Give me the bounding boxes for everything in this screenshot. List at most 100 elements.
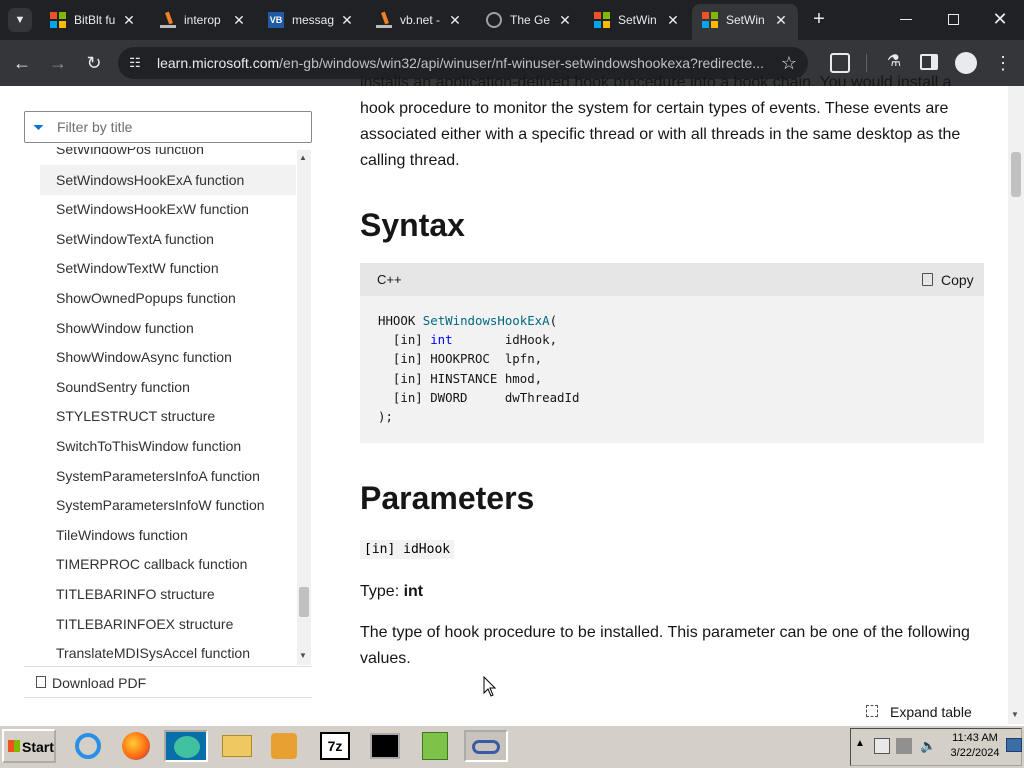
- menu-kebab-icon[interactable]: ⋮: [994, 52, 1012, 74]
- toc-item[interactable]: SetWindowsHookExW function: [56, 201, 249, 217]
- start-button[interactable]: Start: [2, 729, 56, 763]
- toc-item[interactable]: SystemParametersInfoW function: [56, 497, 265, 513]
- toc-item[interactable]: ShowOwnedPopups function: [56, 290, 236, 306]
- side-panel-icon[interactable]: [920, 54, 938, 70]
- url-host: learn.microsoft.com: [157, 55, 280, 71]
- windows-flag-icon: [8, 740, 20, 752]
- reload-icon[interactable]: ↻: [82, 51, 106, 75]
- close-tab-icon[interactable]: ✕: [446, 11, 464, 29]
- expand-icon[interactable]: [866, 705, 878, 717]
- close-tab-icon[interactable]: ✕: [230, 11, 248, 29]
- toc-item[interactable]: TranslateMDISysAccel function: [56, 645, 250, 661]
- toc-item[interactable]: TITLEBARINFOEX structure: [56, 616, 233, 632]
- taskbar-clock[interactable]: 11:43 AM 3/22/2024: [947, 731, 1003, 761]
- close-tab-icon[interactable]: ✕: [664, 11, 682, 29]
- browser-tab[interactable]: VB messag ✕: [258, 0, 364, 40]
- code-block-header: [360, 263, 984, 296]
- description-line: The type of hook procedure to be install…: [360, 624, 970, 641]
- forward-arrow-icon[interactable]: →: [46, 51, 70, 75]
- browser-tab[interactable]: vb.net - ✕: [366, 0, 472, 40]
- new-tab-button[interactable]: +: [808, 8, 830, 30]
- tray-expand-icon[interactable]: ▲: [855, 738, 865, 749]
- toc-item[interactable]: TITLEBARINFO structure: [56, 586, 215, 602]
- code-line: [in] HINSTANCE hmod,: [378, 370, 543, 386]
- microsoft-logo-icon: [594, 12, 610, 28]
- copy-icon[interactable]: [922, 273, 933, 286]
- browser-tab-active[interactable]: SetWin ✕: [692, 4, 798, 40]
- toc-item[interactable]: TIMERPROC callback function: [56, 556, 247, 572]
- close-tab-icon[interactable]: ✕: [556, 11, 574, 29]
- tab-search-button[interactable]: ▼: [8, 8, 32, 32]
- browser-tab[interactable]: The Ge ✕: [476, 0, 582, 40]
- labs-flask-icon[interactable]: ⚗: [884, 52, 904, 72]
- mouse-cursor-icon: [483, 676, 497, 697]
- browser-tab[interactable]: BitBlt fu ✕: [40, 0, 146, 40]
- stackoverflow-icon: [160, 11, 176, 28]
- close-window-icon[interactable]: ✕: [990, 9, 1010, 29]
- toc-item[interactable]: ShowWindowAsync function: [56, 349, 232, 365]
- toc-scrollbar-thumb[interactable]: [299, 587, 309, 617]
- chat-bubble-icon[interactable]: [164, 730, 208, 762]
- show-desktop-icon[interactable]: [1006, 738, 1022, 752]
- internet-explorer-icon[interactable]: [72, 730, 106, 762]
- toc-item-selected[interactable]: SetWindowsHookExA function: [56, 172, 244, 188]
- media-player-icon[interactable]: [268, 730, 302, 762]
- code-line: [in] HOOKPROC lpfn,: [378, 351, 543, 367]
- intro-line: associated either with a specific thread…: [360, 126, 961, 143]
- table-of-contents: SetWindowPos function SetWindowsHookExA …: [40, 147, 296, 665]
- code-token: (: [549, 313, 558, 328]
- 7zip-icon[interactable]: 7z: [318, 730, 352, 762]
- type-line: Type: int: [360, 579, 980, 605]
- type-value: int: [403, 583, 424, 600]
- network-disconnected-icon[interactable]: [874, 738, 890, 754]
- parameter-description: The type of hook procedure to be install…: [360, 620, 980, 672]
- download-pdf-label: Download PDF: [52, 675, 147, 691]
- volume-icon[interactable]: 🔈: [920, 738, 936, 754]
- site-info-icon[interactable]: ☷: [126, 54, 144, 72]
- toc-item[interactable]: SoundSentry function: [56, 379, 190, 395]
- intro-line: hook procedure to monitor the system for…: [360, 100, 949, 117]
- back-arrow-icon[interactable]: ←: [10, 51, 34, 75]
- code-line: [in] int idHook,: [378, 330, 579, 349]
- filter-icon: ⏷: [33, 119, 45, 135]
- toc-item[interactable]: SetWindowTextA function: [56, 231, 214, 247]
- toc-item[interactable]: ShowWindow function: [56, 320, 194, 336]
- microsoft-logo-icon: [50, 12, 66, 28]
- safely-remove-icon[interactable]: [896, 738, 912, 754]
- tab-title: vb.net -: [400, 13, 441, 27]
- page-scrollbar-thumb[interactable]: [1011, 152, 1021, 197]
- toc-item[interactable]: TileWindows function: [56, 527, 188, 543]
- toc-item[interactable]: SetWindowPos function: [56, 147, 204, 157]
- toc-item[interactable]: SwitchToThisWindow function: [56, 438, 241, 454]
- toc-item[interactable]: STYLESTRUCT structure: [56, 408, 215, 424]
- notepad-plus-plus-icon[interactable]: [418, 730, 452, 762]
- copy-button[interactable]: Copy: [941, 272, 974, 288]
- description-line: values.: [360, 650, 411, 667]
- browser-tab[interactable]: SetWin ✕: [584, 0, 690, 40]
- toc-item[interactable]: SystemParametersInfoA function: [56, 468, 260, 484]
- chevron-down-icon: ▼: [14, 14, 26, 26]
- toc-item[interactable]: SetWindowTextW function: [56, 260, 219, 276]
- scroll-down-arrow-icon[interactable]: ▼: [1011, 710, 1019, 719]
- close-tab-icon[interactable]: ✕: [338, 11, 356, 29]
- code-content: HHOOK SetWindowsHookExA( [in] int idHook…: [378, 311, 579, 426]
- document-icon: [36, 676, 46, 688]
- scroll-down-arrow-icon[interactable]: ▼: [299, 651, 307, 660]
- close-tab-icon[interactable]: ✕: [772, 11, 790, 29]
- minimize-window-icon[interactable]: [900, 19, 912, 20]
- browser-tab[interactable]: interop ✕: [150, 0, 256, 40]
- scroll-up-arrow-icon[interactable]: ▲: [299, 153, 307, 162]
- type-label: Type:: [360, 583, 404, 600]
- start-label: Start: [22, 739, 54, 755]
- command-prompt-icon[interactable]: [368, 730, 402, 762]
- infinity-app-icon[interactable]: [464, 730, 508, 762]
- code-token: HHOOK: [378, 313, 416, 328]
- folder-icon[interactable]: [220, 730, 254, 762]
- restore-window-icon[interactable]: [948, 14, 959, 25]
- firefox-icon[interactable]: [120, 730, 154, 762]
- expand-table-button[interactable]: Expand table: [890, 704, 972, 720]
- clock-date: 3/22/2024: [950, 747, 1000, 759]
- close-tab-icon[interactable]: ✕: [120, 11, 138, 29]
- filter-placeholder: Filter by title: [57, 119, 133, 135]
- code-token: [in]: [378, 332, 431, 348]
